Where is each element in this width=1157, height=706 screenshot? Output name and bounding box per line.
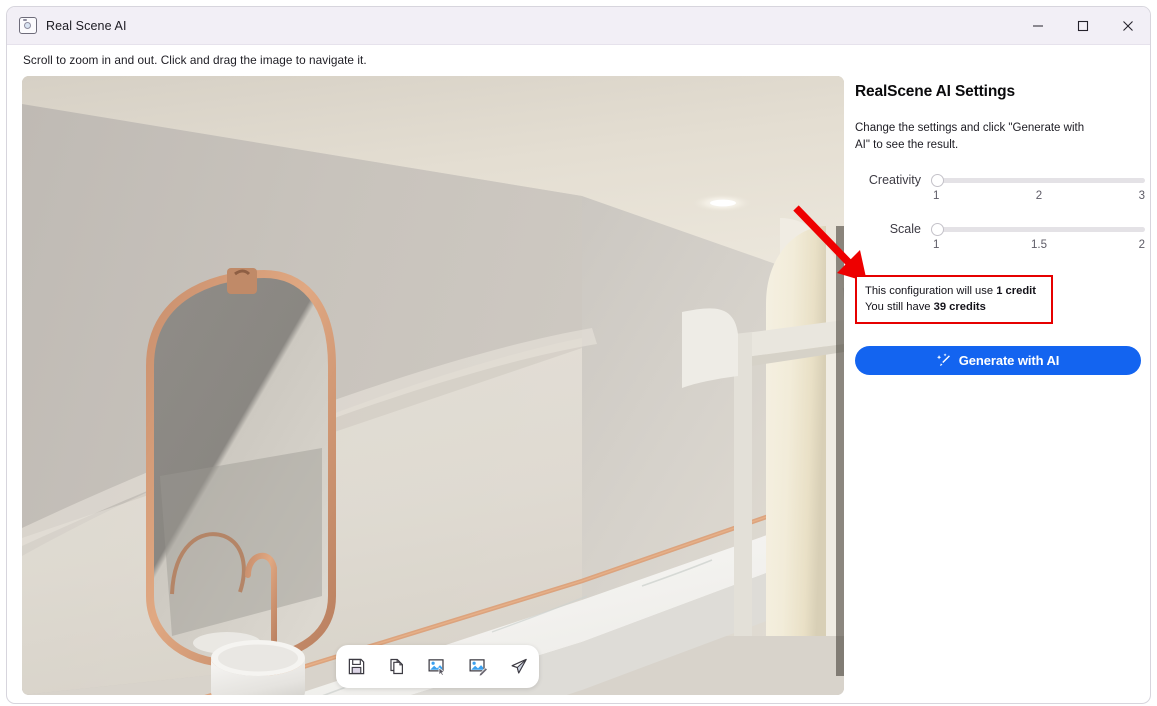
creativity-slider-row: Creativity 1 2 3 (855, 171, 1145, 202)
scale-slider-ticks: 1 1.5 2 (931, 239, 1145, 251)
app-window: Real Scene AI Scroll to zoom in and out.… (6, 6, 1151, 704)
scale-tick-3: 2 (1138, 239, 1145, 251)
send-icon[interactable] (504, 652, 534, 682)
credits-usage-line: This configuration will use 1 credit (865, 283, 1043, 299)
creativity-tick-2: 2 (1035, 190, 1043, 202)
creativity-slider-thumb[interactable] (931, 174, 944, 187)
creativity-tick-1: 1 (933, 190, 940, 202)
maximize-button[interactable] (1060, 7, 1105, 45)
creativity-slider[interactable] (931, 171, 1145, 189)
creativity-slider-ticks: 1 2 3 (931, 190, 1145, 202)
scale-tick-1: 1 (933, 239, 940, 251)
navigation-hint: Scroll to zoom in and out. Click and dra… (23, 53, 367, 67)
image-toolbar (336, 645, 539, 688)
credits-usage-prefix: This configuration will use (865, 285, 997, 297)
basin (211, 640, 305, 695)
scale-tick-2: 1.5 (1031, 239, 1047, 251)
scale-slider-row: Scale 1 1.5 2 (855, 220, 1145, 251)
scale-label: Scale (889, 222, 921, 236)
credits-balance-suffix: credits (946, 301, 986, 313)
settings-description: Change the settings and click "Generate … (855, 122, 1085, 151)
credits-callout: This configuration will use 1 credit You… (855, 275, 1053, 324)
credits-balance-line: You still have 39 credits (865, 299, 1043, 315)
window-title: Real Scene AI (46, 18, 127, 33)
scale-slider-rail (934, 227, 1145, 232)
copy-icon[interactable] (382, 652, 412, 682)
camera-icon (19, 17, 37, 34)
mirror (146, 268, 336, 668)
scale-slider[interactable] (931, 220, 1145, 238)
scale-slider-thumb[interactable] (931, 223, 944, 236)
scene-render (22, 76, 844, 695)
creativity-slider-rail (934, 178, 1145, 183)
magic-wand-icon (936, 353, 952, 368)
save-icon[interactable] (341, 652, 371, 682)
credits-balance-prefix: You still have (865, 301, 934, 313)
image-edit-icon[interactable] (463, 652, 493, 682)
credits-balance-amount: 39 (933, 301, 947, 313)
settings-title: RealScene AI Settings (855, 83, 1015, 100)
credits-usage-amount: 1 credit (996, 285, 1036, 297)
generate-button-label: Generate with AI (958, 353, 1060, 368)
minimize-button[interactable] (1015, 7, 1060, 45)
generate-with-ai-button[interactable]: Generate with AI (855, 346, 1141, 375)
creativity-tick-3: 3 (1138, 190, 1145, 202)
close-button[interactable] (1105, 7, 1150, 45)
window-controls (1015, 7, 1150, 44)
settings-panel: RealScene AI Settings Change the setting… (855, 76, 1145, 375)
creativity-label: Creativity (868, 173, 921, 187)
title-bar: Real Scene AI (7, 7, 1150, 45)
image-select-icon[interactable] (422, 652, 452, 682)
3d-scene-preview[interactable] (22, 76, 844, 695)
